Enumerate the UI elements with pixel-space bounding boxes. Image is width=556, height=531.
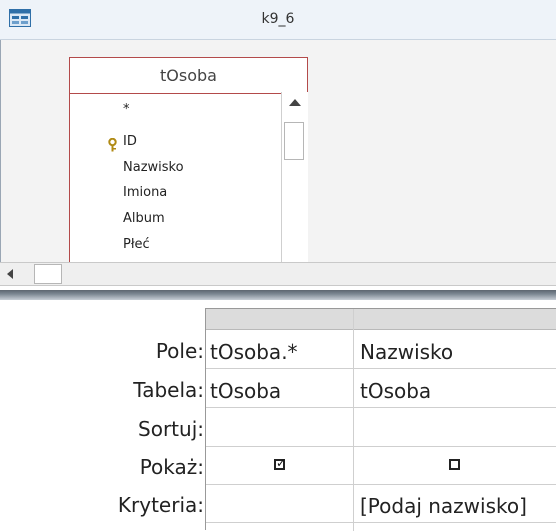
design-pane-horizontal-scrollbar[interactable] xyxy=(0,262,556,286)
field-nazwisko[interactable]: Nazwisko xyxy=(123,160,184,175)
grid-line xyxy=(206,522,556,523)
primary-key-icon xyxy=(108,137,117,155)
grid-line xyxy=(206,407,556,408)
field-album[interactable]: Album xyxy=(123,211,165,226)
scroll-thumb[interactable] xyxy=(284,122,304,160)
column-1-table[interactable]: tOsoba xyxy=(210,379,281,403)
row-label-pokaz: Pokaż: xyxy=(139,455,204,479)
column-1-field[interactable]: tOsoba.* xyxy=(210,340,298,364)
field-plec[interactable]: Płeć xyxy=(123,237,150,252)
grid-line xyxy=(206,446,556,447)
table-name[interactable]: tOsoba xyxy=(70,58,307,94)
field-imiona[interactable]: Imiona xyxy=(123,185,167,200)
window-title: k9_6 xyxy=(261,11,295,27)
column-2-criteria[interactable]: [Podaj nazwisko] xyxy=(360,494,527,518)
row-label-kryteria: Kryteria: xyxy=(117,493,204,517)
row-label-pole: Pole: xyxy=(155,339,204,363)
checkmark-icon: ✓ xyxy=(276,456,287,470)
column-2-field[interactable]: Nazwisko xyxy=(360,340,453,364)
field-all[interactable]: * xyxy=(123,102,130,117)
scroll-thumb-horizontal[interactable] xyxy=(34,264,62,284)
column-1-show-checkbox[interactable]: ✓ xyxy=(274,456,287,470)
row-label-tabela: Tabela: xyxy=(133,378,204,402)
query-design-grid: tOsoba.* tOsoba ✓ Nazwisko tOsoba [Podaj… xyxy=(205,308,556,531)
scroll-left-icon[interactable] xyxy=(7,269,13,279)
column-2-table[interactable]: tOsoba xyxy=(360,379,431,403)
grid-line xyxy=(206,368,556,369)
field-list-scrollbar[interactable] xyxy=(281,92,308,262)
column-selector-bar[interactable] xyxy=(206,309,556,330)
scroll-up-icon[interactable] xyxy=(289,99,301,106)
row-label-sortuj: Sortuj: xyxy=(138,417,204,441)
table-field-list[interactable]: tOsoba * ID Nazwisko Imiona Album Płeć xyxy=(69,57,308,262)
grid-column-divider xyxy=(353,309,354,531)
field-id[interactable]: ID xyxy=(123,134,137,149)
pane-splitter[interactable] xyxy=(0,290,556,300)
column-2-show-checkbox[interactable] xyxy=(449,459,460,470)
grid-line xyxy=(206,484,556,485)
title-bar: k9_6 xyxy=(0,0,556,40)
